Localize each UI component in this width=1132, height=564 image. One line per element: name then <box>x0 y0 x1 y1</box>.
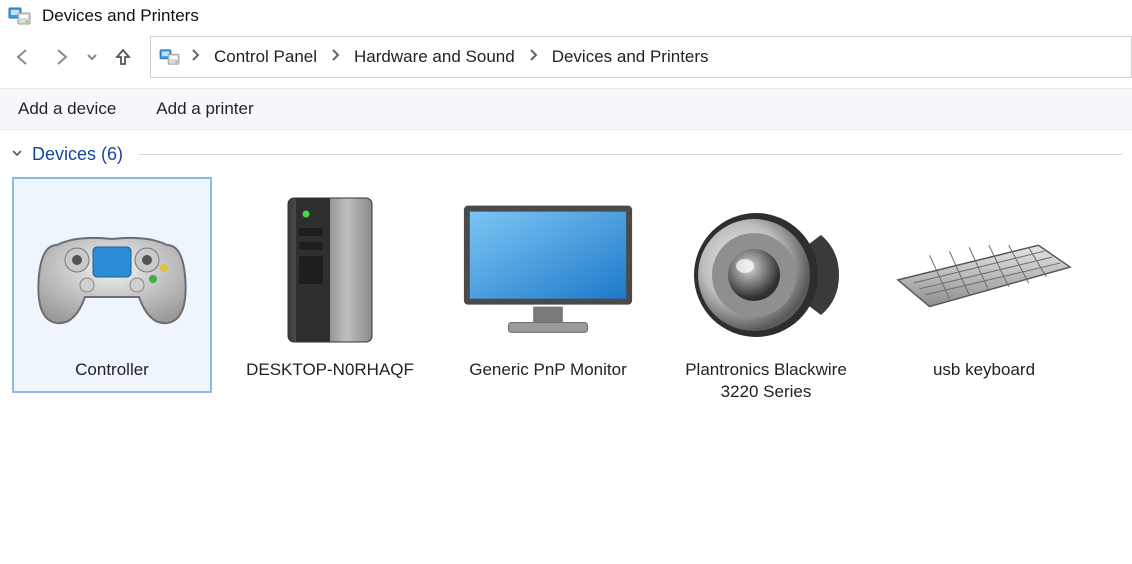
device-label: Plantronics Blackwire 3220 Series <box>672 355 860 403</box>
device-tile-controller[interactable]: Controller <box>12 177 212 393</box>
window-title: Devices and Printers <box>42 6 199 26</box>
forward-button[interactable] <box>44 40 78 74</box>
section-count: (6) <box>101 144 123 164</box>
device-label: Controller <box>18 355 206 381</box>
command-bar: Add a device Add a printer <box>0 88 1132 130</box>
back-button[interactable] <box>6 40 40 74</box>
add-printer-button[interactable]: Add a printer <box>156 99 253 119</box>
section-header-devices[interactable]: Devices (6) <box>0 130 1132 171</box>
address-bar[interactable]: Control Panel Hardware and Sound Devices… <box>150 36 1132 78</box>
divider <box>139 154 1122 155</box>
section-label-text: Devices <box>32 144 96 164</box>
up-button[interactable] <box>106 40 140 74</box>
chevron-right-icon[interactable] <box>529 48 538 66</box>
desktop-tower-icon <box>236 185 424 355</box>
navigation-row: Control Panel Hardware and Sound Devices… <box>0 36 1132 78</box>
add-device-button[interactable]: Add a device <box>18 99 116 119</box>
device-label: usb keyboard <box>890 355 1078 381</box>
device-tile-headset[interactable]: Plantronics Blackwire 3220 Series <box>666 177 866 415</box>
breadcrumb-hardware-sound[interactable]: Hardware and Sound <box>350 45 519 69</box>
device-tile-keyboard[interactable]: usb keyboard <box>884 177 1084 393</box>
chevron-down-icon <box>10 146 24 164</box>
device-tile-monitor[interactable]: Generic PnP Monitor <box>448 177 648 393</box>
monitor-icon <box>454 185 642 355</box>
devices-printers-icon <box>8 6 32 26</box>
devices-printers-icon <box>159 48 181 66</box>
chevron-right-icon[interactable] <box>191 48 200 66</box>
device-grid: Controller DESKTOP-N0RHAQF <box>0 171 1132 421</box>
device-tile-desktop[interactable]: DESKTOP-N0RHAQF <box>230 177 430 393</box>
chevron-right-icon[interactable] <box>331 48 340 66</box>
section-label: Devices (6) <box>32 144 123 165</box>
device-label: DESKTOP-N0RHAQF <box>236 355 424 381</box>
breadcrumb-control-panel[interactable]: Control Panel <box>210 45 321 69</box>
breadcrumb-devices-printers[interactable]: Devices and Printers <box>548 45 713 69</box>
speaker-icon <box>672 185 860 355</box>
recent-locations-button[interactable] <box>82 40 102 74</box>
keyboard-icon <box>890 185 1078 355</box>
device-label: Generic PnP Monitor <box>454 355 642 381</box>
title-bar: Devices and Printers <box>0 0 1132 36</box>
gamepad-icon <box>18 185 206 355</box>
